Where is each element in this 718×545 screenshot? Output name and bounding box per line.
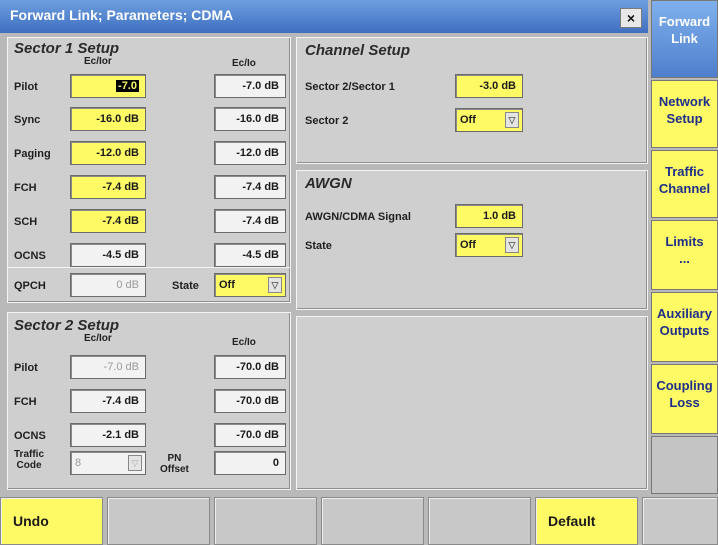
close-button[interactable]: × — [620, 8, 642, 28]
dropdown-arrow-icon: ▽ — [505, 112, 519, 128]
traffic-code-label-line1: Traffic — [14, 449, 45, 460]
window-title-bar: Forward Link; Parameters; CDMA — [0, 0, 648, 33]
sidebar-item-network-setup-line1: Network — [658, 94, 711, 109]
sidebar-item-limits[interactable]: Limits ... — [651, 220, 718, 290]
sidebar-item-network-setup-line2: Setup — [666, 111, 703, 126]
sector1-ecio-header: Ec/Io — [232, 58, 256, 69]
sector1-panel: Sector 1 Setup Ec/Ior Ec/Io Pilot -7.0 -… — [7, 37, 291, 302]
sector1-pilot-label: Pilot — [14, 81, 38, 93]
sector-ratio-field[interactable]: -3.0 dB — [455, 74, 523, 98]
sector2-ecior-header: Ec/Ior — [84, 333, 112, 344]
sidebar-item-limits-line2: ... — [679, 251, 690, 266]
qpch-field[interactable]: 0 dB — [70, 273, 146, 297]
traffic-code-value: 8 — [75, 457, 82, 469]
sector1-fch-ecio-field[interactable]: -7.4 dB — [214, 175, 286, 199]
sector2-mode-value: Off — [460, 114, 476, 126]
sector1-sch-label: SCH — [14, 216, 38, 228]
awgn-signal-field[interactable]: 1.0 dB — [455, 204, 523, 228]
traffic-code-label: Traffic Code — [14, 449, 44, 471]
sector2-fch-ecior-field[interactable]: -7.4 dB — [70, 389, 146, 413]
sector1-fch-ecior-field[interactable]: -7.4 dB — [70, 175, 146, 199]
sector2-pilot-label: Pilot — [14, 362, 38, 374]
softkey-5[interactable] — [428, 497, 531, 545]
awgn-title: AWGN — [305, 175, 352, 192]
sector1-pilot-ecior-value: -7.0 — [116, 80, 139, 92]
awgn-state-label: State — [305, 240, 332, 252]
undo-button[interactable]: Undo — [0, 497, 103, 545]
sector1-ocns-label: OCNS — [14, 250, 46, 262]
default-button[interactable]: Default — [535, 497, 638, 545]
softkey-4[interactable] — [321, 497, 424, 545]
channel-setup-title: Channel Setup — [305, 42, 411, 59]
sector1-sync-ecior-field[interactable]: -16.0 dB — [70, 107, 146, 131]
empty-panel — [296, 316, 648, 490]
dropdown-arrow-icon: ▽ — [505, 237, 519, 253]
sidebar-item-coupling-loss[interactable]: Coupling Loss — [651, 364, 718, 434]
sector1-fch-label: FCH — [14, 182, 37, 194]
sector2-ocns-label: OCNS — [14, 430, 46, 442]
sector1-pilot-ecior-field[interactable]: -7.0 — [70, 74, 146, 98]
sector2-mode-label: Sector 2 — [305, 115, 349, 127]
channel-setup-panel: Channel Setup Sector 2/Sector 1 -3.0 dB … — [296, 37, 648, 164]
pn-offset-label-line1: PN — [167, 453, 182, 464]
traffic-code-select[interactable]: 8 ▽ — [70, 451, 146, 475]
qpch-state-value: Off — [219, 279, 235, 291]
sector1-pilot-ecio-field[interactable]: -7.0 dB — [214, 74, 286, 98]
sector2-pilot-ecior-field[interactable]: -7.0 dB — [70, 355, 146, 379]
sector2-pilot-ecio-field[interactable]: -70.0 dB — [214, 355, 286, 379]
traffic-code-label-line2: Code — [16, 460, 42, 471]
sidebar-item-forward-link-line1: Forward — [658, 14, 711, 29]
awgn-state-value: Off — [460, 239, 476, 251]
pn-offset-field[interactable]: 0 — [214, 451, 286, 475]
sector2-panel: Sector 2 Setup Ec/Ior Ec/Io Pilot -7.0 d… — [7, 312, 291, 490]
sector1-sync-label: Sync — [14, 114, 41, 126]
sector-ratio-label: Sector 2/Sector 1 — [305, 81, 395, 93]
sector2-ocns-ecior-field[interactable]: -2.1 dB — [70, 423, 146, 447]
qpch-label: QPCH — [14, 280, 46, 292]
sector1-paging-label: Paging — [14, 148, 51, 160]
sidebar-item-auxiliary-outputs[interactable]: Auxiliary Outputs — [651, 292, 718, 362]
awgn-panel: AWGN AWGN/CDMA Signal 1.0 dB State Off ▽ — [296, 170, 648, 310]
sector1-ecior-header: Ec/Ior — [84, 56, 112, 67]
awgn-signal-label: AWGN/CDMA Signal — [305, 211, 411, 223]
sidebar-item-empty[interactable] — [651, 436, 718, 494]
dropdown-arrow-icon: ▽ — [268, 277, 282, 293]
sidebar-item-auxiliary-outputs-line1: Auxiliary — [657, 306, 712, 321]
softkey-7[interactable] — [642, 497, 718, 545]
softkey-3[interactable] — [214, 497, 317, 545]
sidebar-item-traffic-channel-line2: Channel — [658, 181, 711, 196]
sector2-mode-select[interactable]: Off ▽ — [455, 108, 523, 132]
sector1-ocns-ecior-field[interactable]: -4.5 dB — [70, 243, 146, 267]
pn-offset-label-line2: Offset — [160, 464, 189, 475]
sector1-title: Sector 1 Setup — [14, 40, 120, 57]
sector2-fch-ecio-field[interactable]: -70.0 dB — [214, 389, 286, 413]
sector1-sync-ecio-field[interactable]: -16.0 dB — [214, 107, 286, 131]
sidebar-item-traffic-channel[interactable]: Traffic Channel — [651, 150, 718, 218]
sector1-ocns-ecio-field[interactable]: -4.5 dB — [214, 243, 286, 267]
sector2-fch-label: FCH — [14, 396, 37, 408]
sidebar-item-forward-link-line2: Link — [671, 31, 698, 46]
sidebar-item-auxiliary-outputs-line2: Outputs — [659, 323, 710, 338]
qpch-panel: QPCH 0 dB State Off ▽ — [7, 267, 291, 303]
sidebar-item-coupling-loss-line1: Coupling — [656, 378, 713, 393]
window-title: Forward Link; Parameters; CDMA — [10, 7, 234, 23]
sector1-sch-ecio-field[interactable]: -7.4 dB — [214, 209, 286, 233]
qpch-state-label: State — [172, 280, 199, 292]
sidebar-item-limits-line1: Limits — [665, 234, 704, 249]
qpch-state-select[interactable]: Off ▽ — [214, 273, 286, 297]
pn-offset-label: PN Offset — [160, 453, 189, 475]
sidebar-item-traffic-channel-line1: Traffic — [664, 164, 704, 179]
awgn-state-select[interactable]: Off ▽ — [455, 233, 523, 257]
softkey-2[interactable] — [107, 497, 210, 545]
sector1-paging-ecio-field[interactable]: -12.0 dB — [214, 141, 286, 165]
sector1-paging-ecior-field[interactable]: -12.0 dB — [70, 141, 146, 165]
sector1-sch-ecior-field[interactable]: -7.4 dB — [70, 209, 146, 233]
sector2-title: Sector 2 Setup — [14, 317, 120, 334]
sidebar-item-forward-link[interactable]: Forward Link — [651, 0, 718, 78]
sidebar-item-coupling-loss-line2: Loss — [669, 395, 700, 410]
dropdown-arrow-icon: ▽ — [128, 455, 142, 471]
sector2-ecio-header: Ec/Io — [232, 337, 256, 348]
sector2-ocns-ecio-field[interactable]: -70.0 dB — [214, 423, 286, 447]
sidebar-item-network-setup[interactable]: Network Setup — [651, 80, 718, 148]
